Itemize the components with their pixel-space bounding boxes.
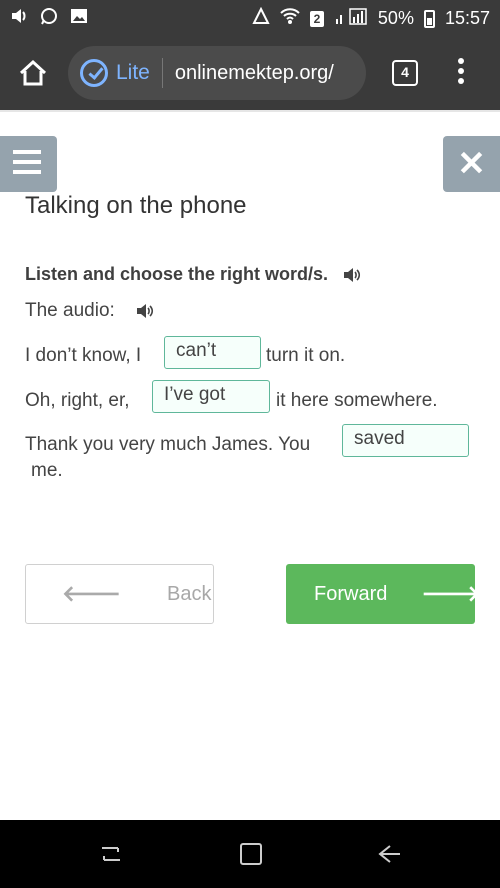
- sentence-1-before: I don’t know, I: [25, 345, 142, 366]
- audio-row: The audio:: [25, 300, 155, 322]
- audio-play-icon[interactable]: [135, 302, 155, 320]
- divider: [0, 110, 500, 112]
- whatsapp-icon: [40, 7, 58, 30]
- sentence-2-after: it here somewhere.: [276, 390, 438, 411]
- home-icon: [19, 59, 47, 86]
- clock: 15:57: [444, 8, 490, 28]
- answer-box-3[interactable]: saved: [342, 424, 469, 457]
- status-bar: 2 50% 15:57: [0, 0, 500, 36]
- battery-icon: [423, 9, 435, 28]
- recent-apps-icon[interactable]: [96, 840, 126, 868]
- browser-toolbar: Lite onlinemektep.org/ 4: [0, 36, 500, 110]
- instruction-text: Listen and choose the right word/s.: [25, 264, 329, 284]
- page-content: ✕ Talking on the phone Listen and choose…: [0, 110, 500, 820]
- answer-box-1[interactable]: can’t: [164, 336, 261, 369]
- arrow-left-icon: 🡐: [62, 581, 121, 606]
- forward-label: Forward: [314, 582, 388, 605]
- alarm-icon: [252, 6, 270, 30]
- url-divider: [161, 58, 163, 88]
- arrow-right-icon: 🡒: [421, 581, 481, 606]
- hamburger-menu-button[interactable]: [0, 136, 57, 192]
- home-nav-icon[interactable]: [236, 840, 266, 868]
- instruction: Listen and choose the right word/s.: [25, 264, 362, 285]
- close-button[interactable]: ✕: [443, 136, 500, 192]
- page-title: Talking on the phone: [25, 192, 247, 219]
- volume-icon: [10, 7, 28, 30]
- wifi-icon: [280, 7, 300, 30]
- system-nav-bar: [0, 820, 500, 888]
- forward-button[interactable]: Forward 🡒: [286, 564, 480, 624]
- speaker-icon[interactable]: [342, 266, 362, 284]
- audio-label: The audio:: [25, 300, 115, 321]
- url-text: onlinemektep.org/: [174, 61, 334, 84]
- back-button[interactable]: 🡐 Back: [25, 564, 214, 624]
- back-nav-icon[interactable]: [374, 840, 404, 868]
- image-icon: [70, 7, 88, 30]
- battery-percent: 50%: [377, 8, 414, 28]
- back-label: Back: [167, 582, 212, 605]
- tab-switcher-button[interactable]: 4: [392, 60, 418, 86]
- sentence-3-after: me.: [31, 460, 63, 481]
- lite-mode-icon: [80, 59, 108, 87]
- lite-label: Lite: [116, 61, 150, 84]
- sentence-3-before: Thank you very much James. You: [25, 434, 311, 455]
- signal-icon: [334, 7, 368, 30]
- home-button[interactable]: [16, 56, 50, 90]
- sim-badge: 2: [309, 10, 324, 27]
- sentence-2-before: Oh, right, er,: [25, 390, 130, 411]
- overflow-menu-icon[interactable]: [452, 58, 470, 88]
- answer-box-2[interactable]: I’ve got: [152, 380, 270, 413]
- sentence-1-after: turn it on.: [266, 345, 346, 366]
- address-bar[interactable]: Lite onlinemektep.org/: [68, 46, 366, 100]
